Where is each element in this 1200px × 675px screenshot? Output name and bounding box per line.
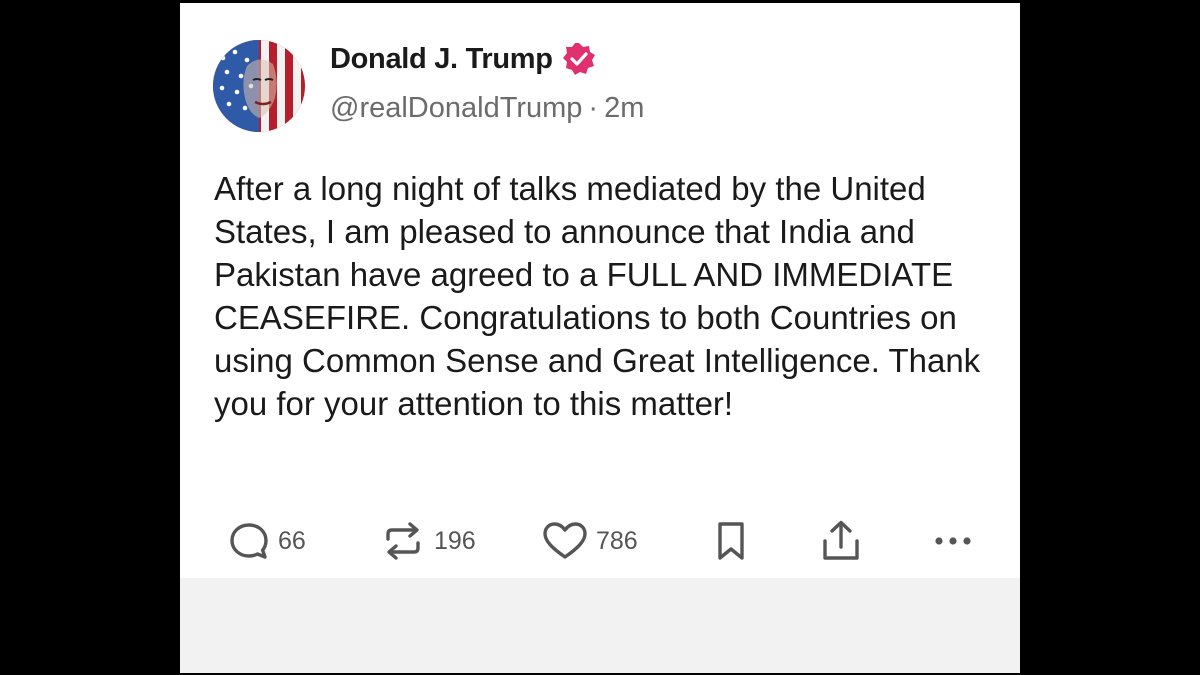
repost-icon (386, 522, 420, 560)
verified-badge-icon (561, 41, 597, 77)
like-button[interactable]: 786 (542, 511, 638, 571)
author-row: Donald J. Trump (330, 39, 597, 79)
heart-icon (543, 522, 587, 559)
author-name[interactable]: Donald J. Trump (330, 43, 553, 76)
repost-count: 196 (434, 526, 476, 555)
post-card: Donald J. Trump @realDonaldTrump · 2m Afte… (180, 3, 1020, 673)
like-count: 786 (596, 526, 638, 555)
separator-dot: · (588, 92, 599, 124)
share-button[interactable] (820, 511, 862, 571)
post-timestamp[interactable]: 2m (604, 92, 644, 124)
more-icon (935, 537, 971, 545)
reply-button[interactable]: 66 (228, 511, 306, 571)
author-handle[interactable]: @realDonaldTrump (330, 92, 582, 124)
avatar[interactable] (213, 40, 305, 132)
flag-face-avatar-icon (213, 40, 305, 132)
reply-count: 66 (278, 526, 306, 555)
bookmark-icon (718, 522, 744, 560)
action-bar: 66 196 786 (180, 511, 1020, 571)
repost-button[interactable]: 196 (380, 511, 476, 571)
bookmark-button[interactable] (714, 511, 748, 571)
footer-area (180, 578, 1020, 673)
post-text: After a long night of talks mediated by … (214, 170, 981, 422)
reply-icon (230, 523, 268, 559)
share-icon (823, 520, 859, 560)
more-options-button[interactable] (932, 511, 974, 571)
handle-row: @realDonaldTrump · 2m (330, 92, 644, 125)
